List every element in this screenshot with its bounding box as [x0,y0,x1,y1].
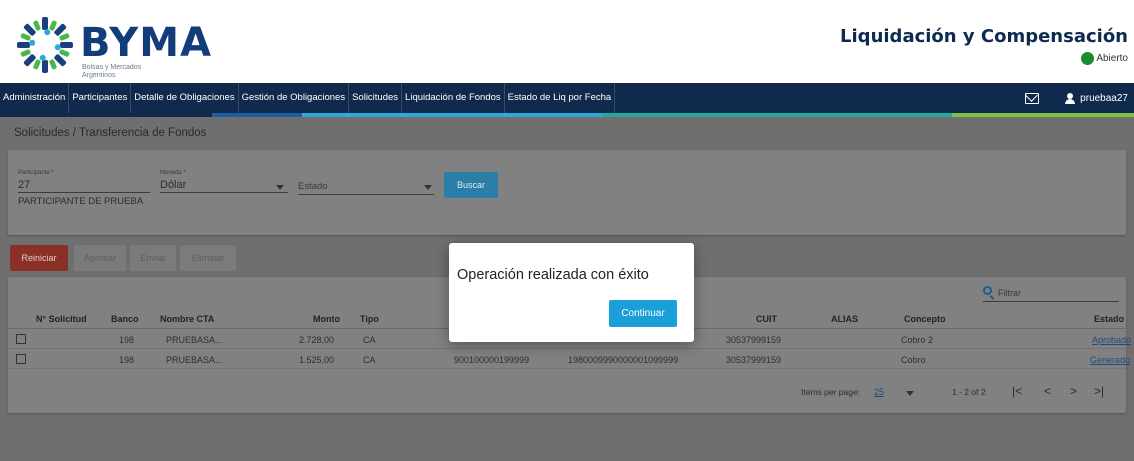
continue-button[interactable]: Continuar [609,300,677,327]
delete-button[interactable]: Eliminar [180,245,236,271]
nav-item-estado-liq-fecha[interactable]: Estado de Liq por Fecha [505,83,616,113]
col-header-monto[interactable]: Monto [313,314,340,324]
cell-tipo: CA [363,335,376,345]
col-header-alias[interactable]: ALIAS [831,314,858,324]
participante-label: Participante * [18,170,54,176]
cell-banco: 198 [119,355,135,365]
next-page-icon[interactable]: > [1070,384,1077,398]
search-button[interactable]: Buscar [444,172,498,198]
cell-concepto: Cobro [901,355,926,365]
row-checkbox[interactable] [16,334,26,344]
filter-card: Participante * 27 PARTICIPANTE DE PRUEBA… [8,150,1126,235]
col-header-tipo[interactable]: Tipo [360,314,379,324]
col-header-nombre[interactable]: Nombre CTA [160,314,214,324]
moneda-select[interactable]: Dólar [160,179,186,191]
status-label: Abierto [1096,53,1128,64]
brand-tagline-line1: Bolsas y Mercados [82,64,142,71]
col-header-cuit[interactable]: CUIT [756,314,777,324]
cell-monto: 2.728,00 [299,335,335,345]
nav-item-detalle-obligaciones[interactable]: Detalle de Obligaciones [131,83,239,113]
nav-item-administracion[interactable]: Administración [0,83,70,113]
estado-select[interactable]: Estado [298,181,328,192]
brand-name: BYMA [80,20,213,66]
first-page-icon[interactable]: |< [1012,384,1022,398]
brand-tagline-line2: Argentinos [82,72,116,79]
row-divider [8,368,1126,369]
col-header-estado[interactable]: Estado [1094,314,1124,324]
nav-item-gestion-obligaciones[interactable]: Gestión de Obligaciones [239,83,350,113]
app-header: BYMA Bolsas y Mercados Argentinos Liquid… [0,8,1134,83]
participante-underline [18,192,150,193]
user-icon [1065,92,1076,104]
participante-field[interactable]: 27 [18,179,30,191]
user-menu[interactable]: pruebaa27 [1065,92,1128,104]
search-icon [983,286,992,295]
nav-item-participantes[interactable]: Participantes [69,83,132,113]
moneda-label: Moneda * [160,170,186,176]
cell-monto: 1.525,00 [299,355,335,365]
page-size-select[interactable]: 25 [874,387,884,397]
paginator-range: 1 - 2 of 2 [952,387,986,397]
cell-cuit: 30537999159 [726,335,782,345]
status-dot-icon [1081,52,1095,65]
app-title: Liquidación y Compensación [840,26,1128,47]
col-header-solicitud[interactable]: N° Solicitud [36,314,87,324]
nav-item-solicitudes[interactable]: Solicitudes [349,83,403,113]
cell-cuit: 30537999159 [726,355,782,365]
dialog-message: Operación realizada con éxito [457,267,649,283]
breadcrumb: Solicitudes / Transferencia de Fondos [14,127,207,139]
main-nav: Administración Participantes Detalle de … [0,83,1134,117]
success-dialog: Operación realizada con éxito Continuar [449,243,694,342]
row-divider [8,348,1126,349]
user-name: pruebaa27 [1080,92,1128,104]
mail-icon[interactable] [1025,92,1040,104]
cell-cuenta: 900100000199999 [454,355,530,365]
brand-tagline: Bolsas y Mercados Argentinos [82,64,162,80]
moneda-underline [160,192,288,193]
nav-item-liquidacion-fondos[interactable]: Liquidación de Fondos [402,83,505,113]
participante-name: PARTICIPANTE DE PRUEBA [18,196,144,207]
row-checkbox[interactable] [16,354,26,364]
cell-estado-link[interactable]: Generado [1090,355,1130,365]
cell-cbu: 1980009990000001099999 [568,355,679,365]
prev-page-icon[interactable]: < [1044,384,1051,398]
filter-input[interactable]: Filtrar [998,288,1021,298]
reset-button[interactable]: Reiniciar [10,245,68,271]
estado-chevron-down-icon [424,185,432,190]
market-status: Abierto [1081,52,1128,65]
page-size-chevron-down-icon[interactable] [906,391,914,396]
cell-estado-link[interactable]: Aprobado [1092,335,1131,345]
cell-tipo: CA [363,355,376,365]
cell-nombre: PRUEBASA... [166,355,223,365]
col-header-concepto[interactable]: Concepto [904,314,946,324]
cell-concepto: Cobro 2 [901,335,934,345]
cell-nombre: PRUEBASA... [166,335,223,345]
approve-button[interactable]: Aprobar [74,245,126,271]
last-page-icon[interactable]: >| [1094,384,1104,398]
filter-underline [983,301,1119,302]
cell-banco: 198 [119,335,135,345]
estado-underline [298,194,434,195]
paginator-label: Items per page: [801,387,861,397]
moneda-chevron-down-icon [276,185,284,190]
send-button[interactable]: Enviar [130,245,176,271]
col-header-banco[interactable]: Banco [111,314,139,324]
byma-logo-icon [17,17,73,73]
